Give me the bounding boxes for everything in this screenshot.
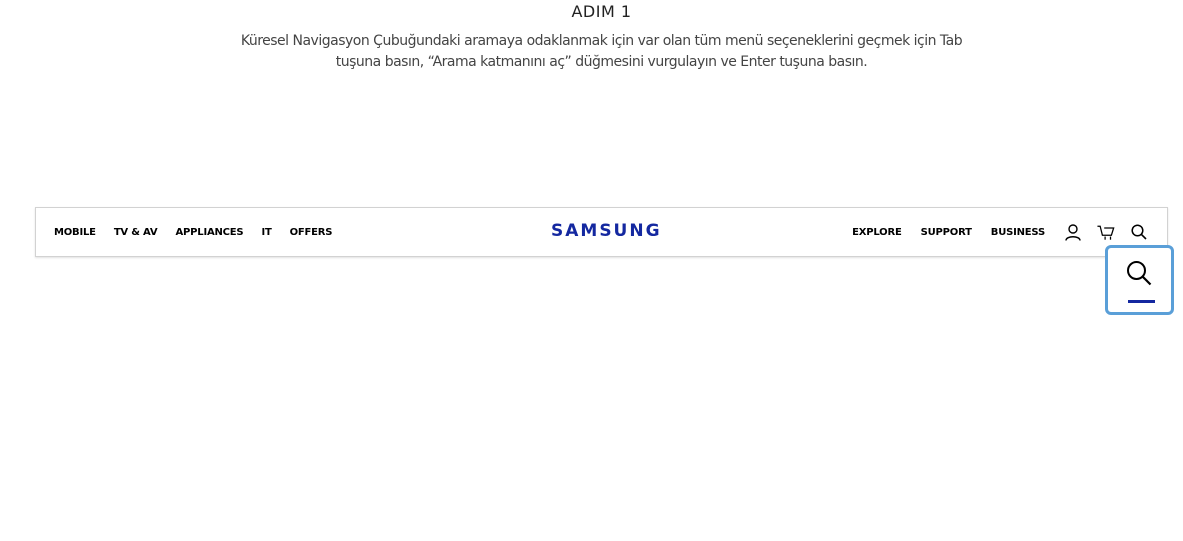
step-title: ADIM 1 xyxy=(571,2,632,21)
primary-menu: MOBILE TV & AV APPLIANCES IT OFFERS xyxy=(54,208,350,256)
user-icon[interactable] xyxy=(1064,223,1082,241)
global-navigation-bar: MOBILE TV & AV APPLIANCES IT OFFERS SAMS… xyxy=(35,207,1168,257)
focus-indicator xyxy=(1128,300,1155,303)
menu-item-tv-av[interactable]: TV & AV xyxy=(114,227,158,238)
menu-item-support[interactable]: SUPPORT xyxy=(921,227,972,238)
menu-item-it[interactable]: IT xyxy=(261,227,271,238)
utility-menu: EXPLORE SUPPORT BUSINESS xyxy=(852,208,1148,256)
step-description-line-2: tuşuna basın, “Arama katmanını aç” düğme… xyxy=(335,54,868,70)
menu-item-explore[interactable]: EXPLORE xyxy=(852,227,902,238)
menu-item-offers[interactable]: OFFERS xyxy=(290,227,333,238)
samsung-logo[interactable]: SAMSUNG xyxy=(551,221,662,241)
step-description: Küresel Navigasyon Çubuğundaki aramaya o… xyxy=(200,31,1003,73)
search-icon xyxy=(1126,260,1152,290)
menu-item-mobile[interactable]: MOBILE xyxy=(54,227,96,238)
menu-item-appliances[interactable]: APPLIANCES xyxy=(175,227,243,238)
search-icon[interactable] xyxy=(1130,223,1148,241)
cart-icon[interactable] xyxy=(1097,223,1115,241)
focused-search-button[interactable] xyxy=(1105,245,1174,315)
menu-item-business[interactable]: BUSINESS xyxy=(991,227,1045,238)
step-description-line-1: Küresel Navigasyon Çubuğundaki aramaya o… xyxy=(240,33,963,49)
